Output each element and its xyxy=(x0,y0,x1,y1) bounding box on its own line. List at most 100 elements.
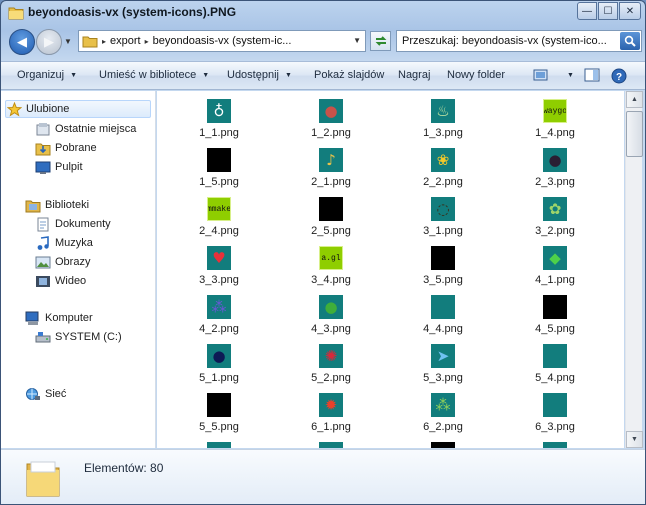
file-item[interactable]: mmake 2_4.png xyxy=(169,189,269,239)
file-item[interactable]: 1_5.png xyxy=(169,140,269,190)
amulet-icon: ◌ xyxy=(431,197,455,221)
file-item[interactable]: ◌ 3_1.png xyxy=(393,189,493,239)
svg-text:?: ? xyxy=(616,72,622,83)
nav-item-drive-c[interactable]: SYSTEM (C:) xyxy=(35,328,122,346)
file-item[interactable] xyxy=(393,434,493,448)
file-item[interactable]: 3_5.png xyxy=(393,238,493,288)
file-item[interactable] xyxy=(169,434,269,448)
file-item[interactable]: ● 2_3.png xyxy=(505,140,605,190)
file-item[interactable]: ✿ 3_2.png xyxy=(505,189,605,239)
dropdown-caret-icon: ▼ xyxy=(70,72,78,79)
navigation-bar: ◀ ▶ ▼ ▸ export ▸ beyondoasis-vx (system-… xyxy=(1,27,645,57)
file-item[interactable] xyxy=(505,434,605,448)
file-name: 4_3.png xyxy=(311,323,351,335)
change-view-icon[interactable] xyxy=(533,68,549,82)
scroll-up-button[interactable]: ▲ xyxy=(626,91,643,108)
file-list[interactable]: ♁ 1_1.png ● 1_2.png ♨ 1_3.png waygo 1_4.png 1_5.… xyxy=(157,91,624,448)
file-item[interactable]: 5_4.png xyxy=(505,336,605,386)
new-folder-button[interactable]: Nowy folder xyxy=(447,69,505,81)
view-options-caret-icon[interactable]: ▼ xyxy=(561,69,574,81)
nav-item-videos[interactable]: Wideo xyxy=(35,272,86,290)
file-item[interactable]: ⁂ 6_2.png xyxy=(393,385,493,435)
file-item[interactable]: 4_5.png xyxy=(505,287,605,337)
help-icon[interactable]: ? xyxy=(611,68,627,84)
search-input[interactable] xyxy=(397,31,615,51)
nav-item-music[interactable]: Muzyka xyxy=(35,234,93,252)
nav-item-documents[interactable]: Dokumenty xyxy=(35,215,111,233)
nav-item-favorites[interactable]: Ulubione xyxy=(5,100,151,118)
nav-item-computer[interactable]: Komputer xyxy=(25,309,93,327)
nav-item-label: SYSTEM (C:) xyxy=(55,331,122,343)
green-grapes-icon: ⁂ xyxy=(431,393,455,417)
file-item[interactable]: ❀ 2_2.png xyxy=(393,140,493,190)
nav-item-downloads[interactable]: Pobrane xyxy=(35,139,97,157)
search-button[interactable] xyxy=(620,32,640,50)
file-item[interactable]: ♨ 1_3.png xyxy=(393,91,493,141)
breadcrumb-current-folder[interactable]: beyondoasis-vx (system-ic... xyxy=(153,35,292,47)
bean-icon: ❀ xyxy=(431,148,455,172)
file-name: 3_3.png xyxy=(199,274,239,286)
forward-button[interactable]: ▶ xyxy=(36,29,62,55)
minimize-button[interactable]: — xyxy=(577,2,597,20)
file-item[interactable]: ⁂ 4_2.png xyxy=(169,287,269,337)
dropdown-caret-icon: ▼ xyxy=(202,72,210,79)
recent-pages-dropdown-icon[interactable]: ▼ xyxy=(64,37,72,46)
file-item[interactable]: a.gl 3_4.png xyxy=(281,238,381,288)
file-name: 2_2.png xyxy=(423,176,463,188)
maximize-button[interactable]: ☐ xyxy=(598,2,618,20)
breadcrumb-separator-icon[interactable]: ▸ xyxy=(102,37,106,46)
search-box[interactable] xyxy=(396,30,642,52)
file-item[interactable]: ♁ 1_1.png xyxy=(169,91,269,141)
nav-item-network[interactable]: Sieć xyxy=(25,385,66,403)
file-item[interactable] xyxy=(281,434,381,448)
preview-pane-icon[interactable] xyxy=(584,68,600,82)
file-item[interactable]: ✹ 6_1.png xyxy=(281,385,381,435)
scroll-thumb[interactable] xyxy=(626,111,643,157)
title-bar[interactable]: beyondoasis-vx (system-icons).PNG — ☐ ✕ xyxy=(1,1,645,25)
computer-icon xyxy=(25,310,41,326)
burn-button[interactable]: Nagraj xyxy=(398,69,430,81)
nav-item-recent-places[interactable]: Ostatnie miejsca xyxy=(35,120,136,138)
breadcrumb-separator-icon[interactable]: ▸ xyxy=(145,37,149,46)
address-bar[interactable]: ▸ export ▸ beyondoasis-vx (system-ic... … xyxy=(78,30,366,52)
file-name: 1_1.png xyxy=(199,127,239,139)
file-name: 3_5.png xyxy=(423,274,463,286)
breadcrumb-export[interactable]: export xyxy=(110,35,141,47)
meat-icon: ● xyxy=(319,99,343,123)
file-item[interactable]: waygo 1_4.png xyxy=(505,91,605,141)
nav-item-libraries[interactable]: Biblioteki xyxy=(25,196,89,214)
blank-icon xyxy=(207,148,231,172)
file-name: 2_4.png xyxy=(199,225,239,237)
file-item[interactable]: ♥ 3_3.png xyxy=(169,238,269,288)
address-dropdown-icon[interactable]: ▼ xyxy=(353,36,361,45)
include-in-library-menu[interactable]: Umieść w bibliotece ▼ xyxy=(99,69,209,81)
share-menu[interactable]: Udostępnij ▼ xyxy=(227,69,292,81)
refresh-button[interactable] xyxy=(370,31,391,51)
back-button[interactable]: ◀ xyxy=(9,29,35,55)
close-button[interactable]: ✕ xyxy=(619,2,641,20)
file-name: 5_1.png xyxy=(199,372,239,384)
vertical-scrollbar[interactable]: ▲ ▼ xyxy=(625,91,643,448)
file-item[interactable]: ➤ 5_3.png xyxy=(393,336,493,386)
file-item[interactable]: ✺ 5_2.png xyxy=(281,336,381,386)
file-item[interactable]: ● 1_2.png xyxy=(281,91,381,141)
file-item[interactable]: 2_5.png xyxy=(281,189,381,239)
potion-icon: ♨ xyxy=(431,99,455,123)
organize-menu[interactable]: Organizuj ▼ xyxy=(17,69,77,81)
blank-icon xyxy=(319,197,343,221)
file-item[interactable]: 5_5.png xyxy=(169,385,269,435)
scroll-down-button[interactable]: ▼ xyxy=(626,431,643,448)
file-item[interactable]: ● 5_1.png xyxy=(169,336,269,386)
blank-icon xyxy=(319,442,343,448)
file-item[interactable]: ♪ 2_1.png xyxy=(281,140,381,190)
nav-item-label: Pobrane xyxy=(55,142,97,154)
file-item[interactable]: ● 4_3.png xyxy=(281,287,381,337)
slideshow-button[interactable]: Pokaż slajdów xyxy=(314,69,384,81)
item-count: Elementów: 80 xyxy=(84,461,164,475)
nav-item-pictures[interactable]: Obrazy xyxy=(35,253,90,271)
nav-item-desktop[interactable]: Pulpit xyxy=(35,158,83,176)
text-strip-icon: waygo xyxy=(543,99,567,123)
file-item[interactable]: ◆ 4_1.png xyxy=(505,238,605,288)
file-item[interactable]: 4_4.png xyxy=(393,287,493,337)
file-item[interactable]: 6_3.png xyxy=(505,385,605,435)
